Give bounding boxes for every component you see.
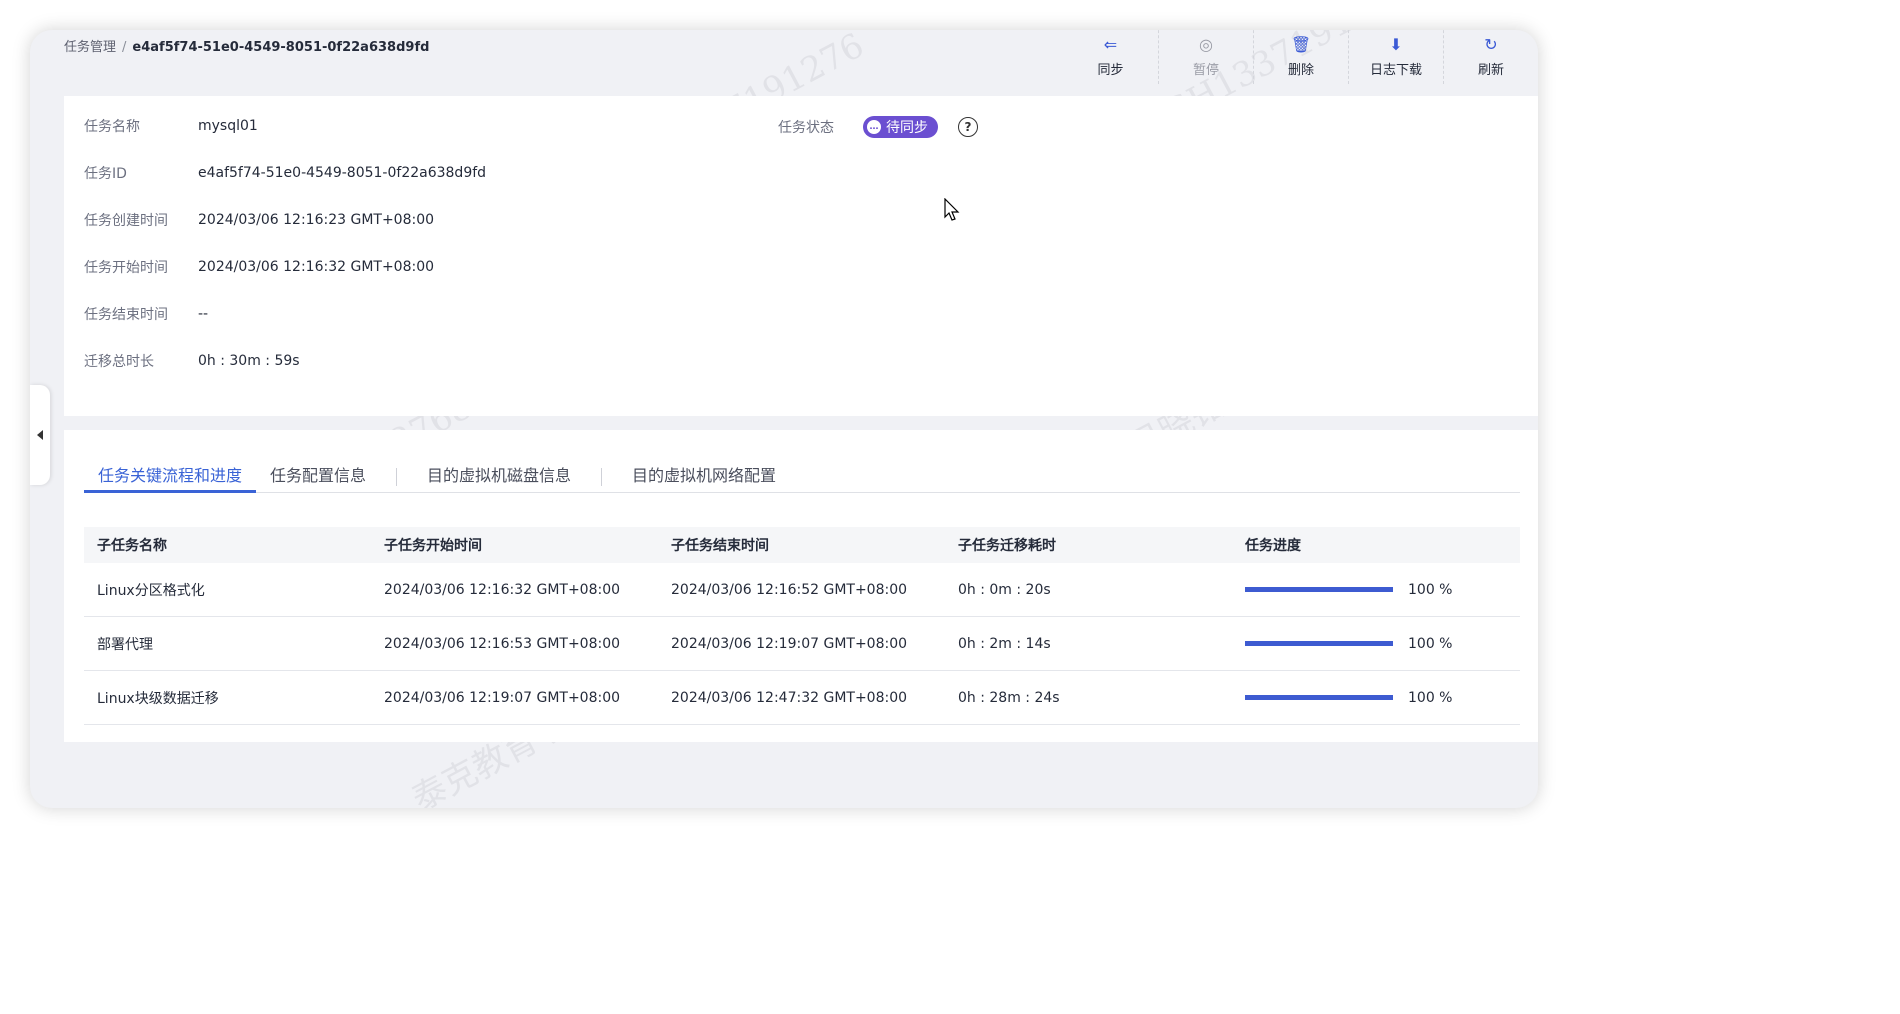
subtask-progress: 100 % [1232,636,1520,652]
pause-icon: ◎ [1199,35,1213,54]
task-duration-value: 0h : 30m : 59s [198,353,300,369]
info-row-id: 任务ID e4af5f74-51e0-4549-8051-0f22a638d9f… [84,163,486,183]
sync-icon: ⇐ [1103,35,1118,54]
info-row-started: 任务开始时间 2024/03/06 12:16:32 GMT+08:00 [84,257,434,277]
tab-disk-info[interactable]: 目的虚拟机磁盘信息 [413,454,585,492]
subtask-duration: 0h : 0m : 20s [958,581,1051,598]
download-log-button[interactable]: ⬇ 日志下载 [1348,30,1443,84]
task-created-label: 任务创建时间 [84,213,168,229]
table-row: 部署代理 2024/03/06 12:16:53 GMT+08:00 2024/… [84,617,1520,671]
tab-bar: 任务关键流程和进度 任务配置信息 目的虚拟机磁盘信息 目的虚拟机网络配置 [84,454,1520,493]
breadcrumb-parent[interactable]: 任务管理 [64,40,116,55]
table-header: 子任务名称 子任务开始时间 子任务结束时间 子任务迁移耗时 任务进度 [84,527,1520,563]
tab-divider [396,468,398,486]
task-duration-label: 迁移总时长 [84,354,154,370]
sync-button[interactable]: ⇐ 同步 [1063,30,1158,84]
header-progress: 任务进度 [1245,538,1301,554]
subtask-start: 2024/03/06 12:19:07 GMT+08:00 [384,689,621,706]
download-log-label: 日志下载 [1369,63,1422,78]
breadcrumb-current: e4af5f74-51e0-4549-8051-0f22a638d9fd [132,40,430,55]
pause-label: 暂停 [1192,63,1219,78]
chevron-left-icon [37,430,43,440]
task-id-value: e4af5f74-51e0-4549-8051-0f22a638d9fd [198,165,487,181]
toolbar: ⇐ 同步 ◎ 暂停 🗑 删除 ⬇ 日志下载 ↻ 刷新 [1063,30,1538,84]
tab-key-process[interactable]: 任务关键流程和进度 [84,454,257,493]
subtask-duration: 0h : 28m : 24s [958,689,1060,706]
task-ended-label: 任务结束时间 [84,307,168,323]
subtask-end: 2024/03/06 12:19:07 GMT+08:00 [671,635,908,652]
sidebar-collapse-toggle[interactable] [30,385,50,485]
subtask-name: Linux块级数据迁移 [97,690,219,707]
refresh-icon: ↻ [1484,35,1498,54]
trash-icon: 🗑 [1290,35,1312,54]
pause-button[interactable]: ◎ 暂停 [1158,30,1253,84]
progress-bar [1245,695,1393,700]
subtask-progress: 100 % [1232,582,1520,598]
progress-fill [1245,641,1393,646]
delete-label: 删除 [1287,63,1314,78]
pending-icon: … [867,120,881,134]
subtask-start: 2024/03/06 12:16:53 GMT+08:00 [384,635,621,652]
task-name-value: mysql01 [198,118,258,134]
subtask-progress: 100 % [1232,690,1520,706]
refresh-label: 刷新 [1477,63,1504,78]
progress-label: 100 % [1408,635,1453,652]
header-subtask-name: 子任务名称 [97,538,167,554]
breadcrumb-separator: / [122,40,127,55]
task-status: 任务状态 … 待同步 ? [778,116,978,138]
status-badge-text: 待同步 [886,120,928,136]
task-detail-panel: 任务关键流程和进度 任务配置信息 目的虚拟机磁盘信息 目的虚拟机网络配置 子任务… [64,430,1538,742]
help-icon[interactable]: ? [958,117,978,137]
task-created-value: 2024/03/06 12:16:23 GMT+08:00 [198,212,435,228]
subtask-name: 部署代理 [97,636,153,653]
delete-button[interactable]: 🗑 删除 [1253,30,1348,84]
table-row: Linux分区格式化 2024/03/06 12:16:32 GMT+08:00… [84,563,1520,617]
header-start-time: 子任务开始时间 [384,538,482,554]
download-log-icon: ⬇ [1389,35,1403,54]
sync-label: 同步 [1097,63,1124,78]
task-info-panel: 任务名称 mysql01 任务ID e4af5f74-51e0-4549-805… [64,96,1538,416]
subtask-table: 子任务名称 子任务开始时间 子任务结束时间 子任务迁移耗时 任务进度 Linux… [84,527,1520,725]
task-status-label: 任务状态 [778,120,834,136]
progress-fill [1245,695,1393,700]
info-row-name: 任务名称 mysql01 [84,116,258,136]
progress-label: 100 % [1408,581,1453,598]
info-row-duration: 迁移总时长 0h : 30m : 59s [84,351,300,371]
subtask-duration: 0h : 2m : 14s [958,635,1051,652]
progress-bar [1245,641,1393,646]
header-end-time: 子任务结束时间 [671,538,769,554]
task-name-label: 任务名称 [84,119,140,135]
progress-bar [1245,587,1393,592]
tab-network-config[interactable]: 目的虚拟机网络配置 [618,454,790,492]
subtask-name: Linux分区格式化 [97,582,205,599]
info-row-created: 任务创建时间 2024/03/06 12:16:23 GMT+08:00 [84,210,434,230]
status-badge: … 待同步 [863,116,938,138]
mouse-cursor-icon [944,198,960,221]
progress-fill [1245,587,1393,592]
breadcrumb: 任务管理 / e4af5f74-51e0-4549-8051-0f22a638d9f… [64,36,429,55]
tab-config-info[interactable]: 任务配置信息 [256,454,380,492]
header-duration: 子任务迁移耗时 [958,538,1056,554]
task-id-label: 任务ID [84,166,127,182]
table-row: Linux块级数据迁移 2024/03/06 12:19:07 GMT+08:0… [84,671,1520,725]
task-ended-value: -- [198,306,209,322]
refresh-button[interactable]: ↻ 刷新 [1443,30,1538,84]
tab-divider [601,468,603,486]
app-window: 泰克教育 吴晓铭 2768SH1337191276 泰克教育 吴晓铭 2768S… [30,30,1538,808]
task-started-label: 任务开始时间 [84,260,168,276]
progress-label: 100 % [1408,689,1453,706]
subtask-start: 2024/03/06 12:16:32 GMT+08:00 [384,581,621,598]
subtask-end: 2024/03/06 12:16:52 GMT+08:00 [671,581,908,598]
info-row-ended: 任务结束时间 -- [84,304,208,324]
subtask-end: 2024/03/06 12:47:32 GMT+08:00 [671,689,908,706]
task-started-value: 2024/03/06 12:16:32 GMT+08:00 [198,259,435,275]
